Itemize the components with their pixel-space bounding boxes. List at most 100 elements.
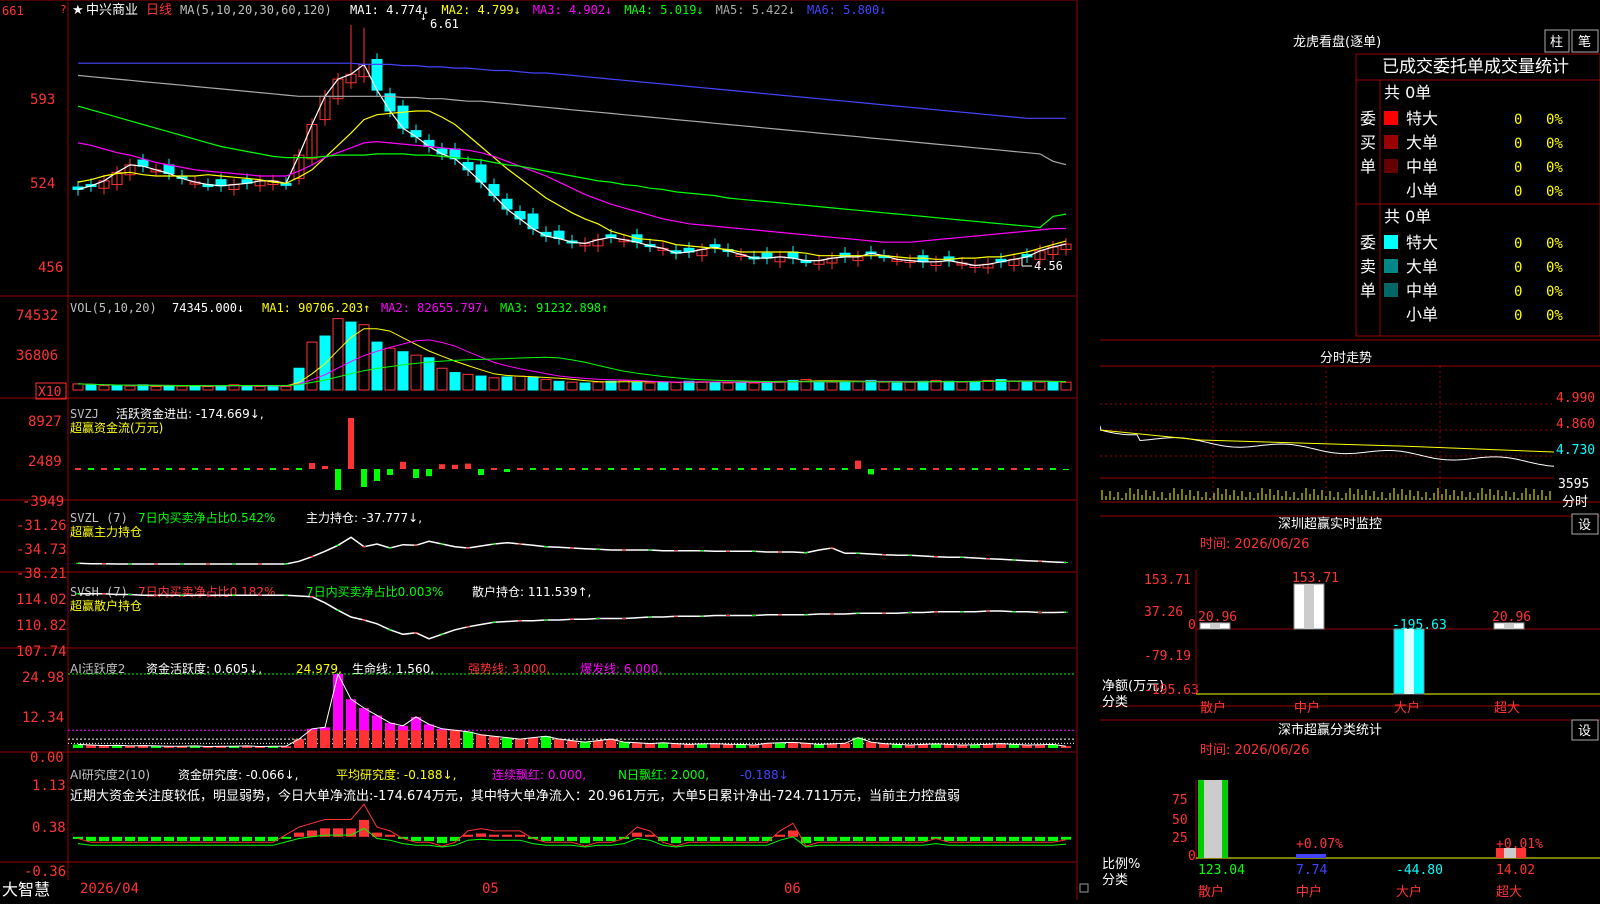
ai1-bar [593, 740, 603, 748]
monitor-settings-label[interactable]: 设 [1578, 518, 1591, 533]
ai2-n-red: N日飘红: 2.000, [618, 767, 709, 782]
menu-marker[interactable]: ? [60, 3, 67, 16]
ma-line-MA3 [77, 140, 1067, 243]
ai1-bars [68, 672, 1076, 748]
ai2-bar [476, 833, 486, 837]
volume-bar [696, 381, 708, 391]
ma-legend-6: MA6: 5.800↓ [807, 3, 886, 17]
ai2-bar [164, 836, 174, 842]
lhk-header: 已成交委托单成交量统计 [1382, 57, 1569, 77]
monitor-xlabel: 分类 [1102, 695, 1128, 710]
volume-bar [605, 380, 617, 391]
lhk-sell-row-value: 0 [1514, 308, 1522, 324]
lock-icon[interactable] [1079, 883, 1089, 893]
lhk-tab-bar-label[interactable]: 柱 [1550, 35, 1563, 50]
ai2-axis-top: 1.13 [32, 778, 66, 794]
volume-bar [436, 367, 448, 391]
ai2-bar [463, 834, 473, 837]
volume-bar [761, 381, 773, 391]
ma-legend-3: MA3: 4.902↓ [533, 3, 612, 17]
ai2-bar [918, 836, 928, 842]
volume-bar [1021, 381, 1033, 391]
ai1-bar [619, 742, 629, 748]
ai2-bar [684, 836, 694, 842]
period-label[interactable]: 日线 [146, 3, 172, 18]
svzj-bar [452, 464, 458, 469]
ai1-bar [489, 736, 499, 748]
volume-bar [813, 380, 825, 391]
vol-legend-3: MA3: 91232.898↑ [500, 301, 608, 315]
svzj-bar [1063, 469, 1069, 471]
ai2-axis-mid: 0.38 [32, 820, 66, 836]
ai2-bar [125, 836, 135, 842]
ai2-bar [203, 836, 213, 842]
classify-bar-cat: 散户 [1198, 884, 1224, 900]
price-axis-524: 524 [30, 176, 55, 192]
ai1-bar [541, 736, 551, 748]
classify-bar-tag: +0.01% [1496, 837, 1543, 852]
fenshi-axis-top: 4.990 [1556, 391, 1595, 406]
svzj-bars [75, 418, 1069, 490]
brand-logo: 大智慧 [2, 880, 50, 899]
lhk-tab-tick-label[interactable]: 笔 [1578, 34, 1591, 50]
vol-unit[interactable]: X10 [38, 385, 61, 400]
candle-body [137, 159, 149, 167]
ai1-bar-base [307, 730, 317, 748]
lhk-buy-row-pct: 0% [1546, 136, 1563, 152]
ai1-bar [814, 744, 824, 748]
ai1-bar-base [437, 730, 447, 748]
vol-value: 74345.000↓ [172, 301, 244, 315]
ai2-bar [632, 832, 642, 837]
ai1-bar [684, 744, 694, 748]
volume-bar [150, 386, 162, 391]
ai2-bar [996, 836, 1006, 842]
svsh-line [76, 593, 1068, 640]
ai2-bar [515, 834, 525, 837]
stock-star-icon[interactable]: ★ [72, 3, 84, 18]
lhk-sell-row-name: 大单 [1406, 257, 1438, 276]
volume-bar [176, 385, 188, 391]
svzj-label: SVZJ [70, 407, 99, 421]
lhk-sell-swatch [1384, 235, 1398, 249]
ai1-value: 24.979, [296, 662, 342, 676]
svzj-bar [413, 469, 419, 478]
monitor-bar-value: 153.71 [1292, 571, 1339, 586]
lhk-buy-row-value: 0 [1514, 136, 1522, 152]
volume-bar [969, 381, 981, 391]
classify-settings-label[interactable]: 设 [1578, 724, 1591, 739]
volume-bar [371, 341, 383, 391]
volume-bar [956, 381, 968, 391]
volume-bar [878, 381, 890, 391]
ai2-bar [879, 836, 889, 842]
ai1-bar [515, 739, 525, 748]
ai1-bar [476, 734, 486, 748]
ma-legend: MA1: 4.774↓ MA2: 4.799↓ MA3: 4.902↓ MA4: 5.… [350, 3, 886, 17]
ai2-bar [814, 836, 824, 842]
fenshi-price-line [1099, 425, 1555, 467]
kline-chart[interactable]: 661 ? ★ 中兴商业 日线 MA(5,10,20,30,60,120) MA… [0, 0, 1100, 900]
ai2-bar [866, 836, 876, 842]
ai2-research: 资金研究度: -0.066↓, [178, 767, 298, 782]
lhk-buy-row-value: 0 [1514, 160, 1522, 176]
volume-bar [527, 376, 539, 391]
ai2-bar [1009, 836, 1019, 842]
volume-bar [631, 381, 643, 391]
lhk-buy-swatch [1384, 135, 1398, 149]
ai1-bar [1061, 746, 1071, 748]
lhk-buy-row-pct: 0% [1546, 112, 1563, 128]
lhk-sell-row-name: 特大 [1406, 233, 1438, 252]
svsh-ratio2: 7日内买卖净占比0.003% [306, 584, 443, 599]
kline-panel[interactable]: 661 ? ★ 中兴商业 日线 MA(5,10,20,30,60,120) MA… [0, 0, 1100, 900]
ai2-bar [190, 836, 200, 842]
volume-bar [826, 381, 838, 391]
svsh-axis-mid: 110.82 [16, 618, 67, 634]
ai1-line [77, 672, 1067, 748]
svzl-line-path [77, 536, 1067, 565]
ai2-bar [99, 836, 109, 842]
ai2-bar [229, 836, 239, 842]
svzl-axis-top: -31.26 [16, 518, 67, 534]
ai2-bar [177, 836, 187, 842]
fenshi-chart[interactable] [1099, 366, 1555, 502]
lhk-sell-swatch [1384, 283, 1398, 297]
volume-bar [1047, 381, 1059, 391]
